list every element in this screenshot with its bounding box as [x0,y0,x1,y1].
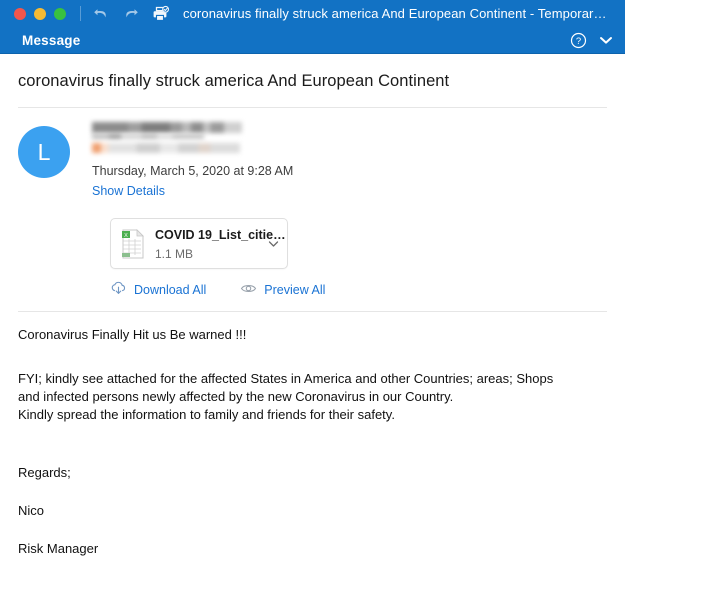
window-titlebar: coronavirus finally struck america And E… [0,0,625,27]
avatar: L [18,126,70,178]
attachment-meta: COVID 19_List_citie… 1.1 MB [155,226,286,261]
svg-text:X: X [124,232,128,238]
body-sender-name: Nico [18,503,45,518]
close-button[interactable] [14,7,26,20]
print-icon[interactable] [151,4,171,24]
tab-message[interactable]: Message [22,33,80,48]
message-ribbon: Message ? [0,27,625,54]
body-line-3: and infected persons newly affected by t… [18,389,454,404]
attachment-area: X COVID 19_List_citie… 1.1 MB [110,218,607,269]
svg-text:?: ? [576,36,581,47]
chevron-down-icon[interactable] [599,35,613,45]
download-all-button[interactable]: Download All [110,281,206,299]
undo-icon[interactable] [91,4,111,24]
cloud-download-icon [110,281,127,299]
redo-icon[interactable] [121,4,141,24]
body-sender-title: Risk Manager [18,541,99,556]
help-circle-icon[interactable]: ? [570,32,587,49]
attachment-size: 1.1 MB [155,247,194,261]
ribbon-right-controls: ? [570,32,613,49]
attachment-chevron-down-icon[interactable] [267,240,279,248]
window-title: coronavirus finally struck america And E… [183,6,613,21]
attachment-chip[interactable]: X COVID 19_List_citie… 1.1 MB [110,218,288,269]
minimize-button[interactable] [34,7,46,20]
attachment-actions: Download All Preview All [110,281,607,311]
message-date: Thursday, March 5, 2020 at 9:28 AM [92,164,294,178]
body-sign-off: Regards; [18,465,71,480]
message-body: Coronavirus Finally Hit us Be warned !!!… [18,312,607,558]
message-content: coronavirus finally struck america And E… [0,54,625,558]
excel-file-icon: X [120,228,146,259]
preview-all-label: Preview All [264,283,326,297]
preview-all-button[interactable]: Preview All [240,282,325,298]
eye-icon [240,282,257,298]
zoom-button[interactable] [54,7,66,20]
sender-info: Thursday, March 5, 2020 at 9:28 AM Show … [92,120,293,198]
mail-message-window: coronavirus finally struck america And E… [0,0,625,558]
download-all-label: Download All [134,283,207,297]
traffic-light-buttons [8,7,66,20]
sender-block: L Thursday, March 5, 2020 at 9:28 AM Sho… [18,108,607,204]
sender-name-redacted [92,122,293,153]
body-line-2: FYI; kindly see attached for the affecte… [18,371,554,386]
show-details-link[interactable]: Show Details [92,184,293,198]
message-subject: coronavirus finally struck america And E… [18,72,450,90]
body-line-4: Kindly spread the information to family … [18,407,395,422]
toolbar-separator [80,6,81,21]
body-line-1: Coronavirus Finally Hit us Be warned !!! [18,327,247,342]
